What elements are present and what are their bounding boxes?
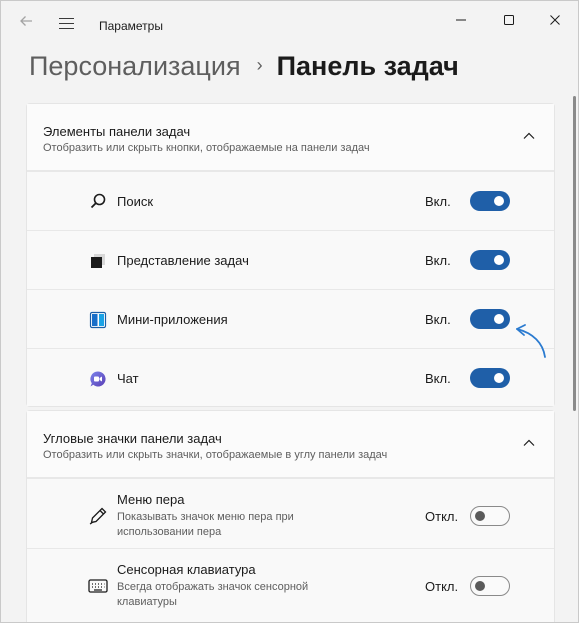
taskbar-items-header[interactable]: Элементы панели задач Отобразить или скр… <box>27 104 554 171</box>
section-subtitle: Отобразить или скрыть значки, отображаем… <box>43 449 388 461</box>
maximize-icon <box>504 15 514 25</box>
chevron-up-icon[interactable] <box>522 438 536 448</box>
search-icon <box>87 191 109 211</box>
window-title: Параметры <box>99 19 163 33</box>
minimize-button[interactable] <box>438 5 484 35</box>
back-arrow-icon[interactable] <box>15 13 37 35</box>
page-title: Панель задач <box>276 51 459 81</box>
setting-label: Представление задач <box>117 253 249 268</box>
toggle-state-text: Вкл. <box>425 312 451 327</box>
touch-keyboard-toggle[interactable] <box>470 576 510 596</box>
task-view-icon <box>87 251 109 271</box>
search-toggle[interactable] <box>470 191 510 211</box>
breadcrumb-parent[interactable]: Персонализация <box>29 51 241 81</box>
setting-label: Меню пера <box>117 492 185 507</box>
task-view-toggle[interactable] <box>470 250 510 270</box>
breadcrumb-separator: › <box>256 55 263 75</box>
setting-label: Сенсорная клавиатура <box>117 562 256 577</box>
widgets-toggle[interactable] <box>470 309 510 329</box>
taskbar-corner-icons-card: Угловые значки панели задач Отобразить и… <box>26 410 555 622</box>
chevron-up-icon[interactable] <box>522 131 536 141</box>
toggle-state-text: Откл. <box>425 579 459 594</box>
taskbar-items-card: Элементы панели задач Отобразить или скр… <box>26 103 555 407</box>
setting-label: Мини-приложения <box>117 312 228 327</box>
scrollbar-thumb[interactable] <box>573 96 576 411</box>
taskbar-corner-icons-header[interactable]: Угловые значки панели задач Отобразить и… <box>27 411 554 478</box>
section-title: Элементы панели задач <box>43 124 191 139</box>
toggle-state-text: Вкл. <box>425 371 451 386</box>
setting-row-chat: Чат Вкл. <box>27 348 554 406</box>
chat-icon <box>87 369 109 389</box>
section-subtitle: Отобразить или скрыть кнопки, отображаем… <box>43 142 370 154</box>
hamburger-menu-icon[interactable] <box>55 14 77 34</box>
toggle-state-text: Вкл. <box>425 194 451 209</box>
pen-icon <box>87 506 109 526</box>
title-bar: Параметры <box>1 1 578 47</box>
setting-row-widgets: Мини-приложения Вкл. <box>27 289 554 348</box>
toggle-state-text: Откл. <box>425 509 459 524</box>
keyboard-icon <box>87 576 109 596</box>
setting-description: Показывать значок меню пера при использо… <box>117 511 294 538</box>
annotation-arrow-icon <box>516 324 546 358</box>
pen-menu-toggle[interactable] <box>470 506 510 526</box>
toggle-state-text: Вкл. <box>425 253 451 268</box>
widgets-icon <box>87 310 109 330</box>
setting-row-touch-keyboard: Сенсорная клавиатура Всегда отображать з… <box>27 548 554 622</box>
minimize-icon <box>456 19 466 21</box>
breadcrumb: Персонализация › Панель задач <box>29 51 459 82</box>
settings-window: Параметры Персонализация › Панель задач Эл… <box>0 0 579 623</box>
setting-row-task-view: Представление задач Вкл. <box>27 230 554 289</box>
chat-toggle[interactable] <box>470 368 510 388</box>
close-icon <box>550 15 560 25</box>
setting-row-search: Поиск Вкл. <box>27 171 554 230</box>
close-button[interactable] <box>532 5 578 35</box>
section-title: Угловые значки панели задач <box>43 431 222 446</box>
maximize-button[interactable] <box>486 5 532 35</box>
setting-label: Поиск <box>117 194 154 209</box>
setting-row-pen-menu: Меню пера Показывать значок меню пера пр… <box>27 478 554 548</box>
setting-description: Всегда отображать значок сенсорной клави… <box>117 581 309 608</box>
setting-label: Чат <box>117 371 139 386</box>
